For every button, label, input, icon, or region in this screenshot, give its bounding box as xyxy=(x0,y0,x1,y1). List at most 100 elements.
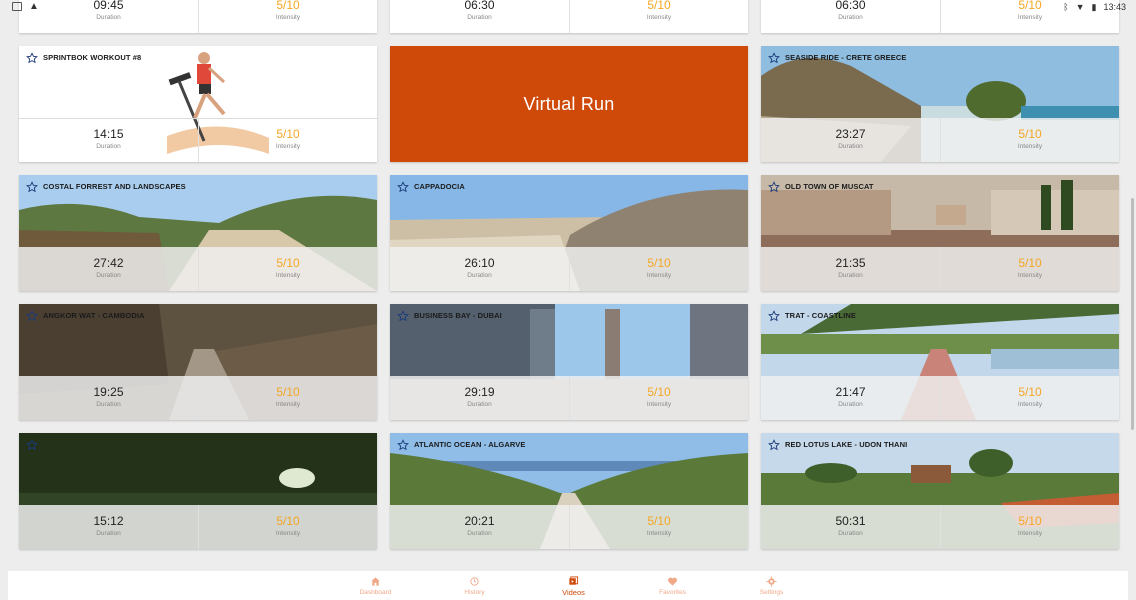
intensity-label: Intensity xyxy=(275,272,301,279)
duration-value: 20:21 xyxy=(464,514,495,528)
intensity-value: 5/10 xyxy=(1018,127,1042,141)
duration-stat: 27:42 Duration xyxy=(19,247,198,291)
virtual-run-card[interactable]: Virtual Run xyxy=(390,46,748,162)
favorite-star-icon[interactable] xyxy=(397,438,409,451)
workout-stats: 14:15 Duration 5/10 Intensity xyxy=(19,118,377,162)
intensity-value: 5/10 xyxy=(647,385,671,399)
intensity-value: 5/10 xyxy=(1018,385,1042,399)
scrollbar[interactable] xyxy=(1131,198,1134,430)
intensity-label: Intensity xyxy=(1017,143,1043,150)
intensity-value: 5/10 xyxy=(647,514,671,528)
intensity-label: Intensity xyxy=(275,143,301,150)
duration-value: 14:15 xyxy=(93,127,124,141)
duration-stat: 23:27 Duration xyxy=(761,118,940,162)
duration-stat: 21:47 Duration xyxy=(761,376,940,420)
nav-item-videos[interactable]: Videos xyxy=(524,571,623,600)
videos-icon xyxy=(524,576,623,587)
virtual-run-label: Virtual Run xyxy=(523,93,615,114)
duration-label: Duration xyxy=(838,14,863,21)
workout-card[interactable]: SPRINTBOK WORKOUT #8 14:15 Duration 5/10 Int… xyxy=(19,46,377,162)
workout-card[interactable]: BUSINESS BAY - DUBAI 29:19 Duration 5/10 Int… xyxy=(390,304,748,420)
workout-stats: 15:12 Duration 5/10 Intensity xyxy=(19,505,377,549)
duration-value: 26:10 xyxy=(464,256,495,270)
workout-card[interactable]: ANGKOR WAT - CAMBODIA 19:25 Duration 5/10 In… xyxy=(19,304,377,420)
duration-label: Duration xyxy=(96,143,121,150)
duration-label: Duration xyxy=(838,272,863,279)
workout-title: BUSINESS BAY - DUBAI xyxy=(414,311,502,320)
nav-label: Dashboard xyxy=(359,589,392,596)
duration-value: 50:31 xyxy=(835,514,866,528)
workout-card[interactable]: RED LOTUS LAKE - UDON THANI 50:31 Duration… xyxy=(761,433,1119,549)
favorite-star-icon[interactable] xyxy=(768,180,780,193)
workout-stats: 20:21 Duration 5/10 Intensity xyxy=(390,505,748,549)
workout-stats: 21:47 Duration 5/10 Intensity xyxy=(761,376,1119,420)
workout-stats: 19:25 Duration 5/10 Intensity xyxy=(19,376,377,420)
workout-title: ATLANTIC OCEAN - ALGARVE xyxy=(414,440,526,449)
intensity-stat: 5/10 Intensity xyxy=(940,505,1119,549)
video-grid: 09:45 Duration 5/10 Intensity 06:30 Duration… xyxy=(19,0,1119,549)
favorite-star-icon[interactable] xyxy=(768,309,780,322)
intensity-value: 5/10 xyxy=(1018,256,1042,270)
nav-label: History xyxy=(464,589,485,596)
duration-stat: 20:21 Duration xyxy=(390,505,569,549)
workout-title: SEASIDE RIDE - CRETE GREECE xyxy=(785,53,907,62)
workout-card[interactable]: ATLANTIC OCEAN - ALGARVE 20:21 Duration 5/1… xyxy=(390,433,748,549)
duration-label: Duration xyxy=(838,401,863,408)
duration-stat: 50:31 Duration xyxy=(761,505,940,549)
intensity-stat: 5/10 Intensity xyxy=(569,505,748,549)
image-notification-icon xyxy=(12,2,22,11)
workout-title: CAPPADOCIA xyxy=(414,182,465,191)
duration-value: 19:25 xyxy=(93,385,124,399)
workout-card[interactable]: 15:12 Duration 5/10 Intensity xyxy=(19,433,377,549)
duration-label: Duration xyxy=(467,14,492,21)
nav-item-dashboard[interactable]: Dashboard xyxy=(326,571,425,600)
favorite-star-icon[interactable] xyxy=(26,438,38,451)
wifi-icon: ▼ xyxy=(1075,2,1085,12)
nav-item-settings[interactable]: Settings xyxy=(722,571,821,600)
duration-stat: 29:19 Duration xyxy=(390,376,569,420)
video-list[interactable]: 09:45 Duration 5/10 Intensity 06:30 Duration… xyxy=(0,0,1136,568)
duration-value: 23:27 xyxy=(835,127,866,141)
favorite-star-icon[interactable] xyxy=(26,180,38,193)
workout-title: ANGKOR WAT - CAMBODIA xyxy=(43,311,145,320)
app-screen: ▲ ᛒ ▼ ▮ 13:43 09:45 Duration 5/10 Intensity… xyxy=(0,0,1136,600)
nav-label: Videos xyxy=(562,588,585,597)
duration-label: Duration xyxy=(838,143,863,150)
intensity-stat: 5/10 Intensity xyxy=(198,376,377,420)
duration-stat: 15:12 Duration xyxy=(19,505,198,549)
duration-value: 27:42 xyxy=(93,256,124,270)
workout-title: COSTAL FORREST AND LANDSCAPES xyxy=(43,182,186,191)
intensity-stat: 5/10 Intensity xyxy=(198,505,377,549)
workout-stats: 21:35 Duration 5/10 Intensity xyxy=(761,247,1119,291)
intensity-label: Intensity xyxy=(646,14,672,21)
favorite-star-icon[interactable] xyxy=(397,180,409,193)
workout-card[interactable]: TRAT - COASTLINE 21:47 Duration 5/10 Intensi… xyxy=(761,304,1119,420)
nav-item-history[interactable]: History xyxy=(425,571,524,600)
favorite-star-icon[interactable] xyxy=(26,51,38,64)
duration-stat: 19:25 Duration xyxy=(19,376,198,420)
gear-icon xyxy=(722,576,821,587)
favorite-star-icon[interactable] xyxy=(26,309,38,322)
intensity-stat: 5/10 Intensity xyxy=(569,247,748,291)
workout-card[interactable]: OLD TOWN OF MUSCAT 21:35 Duration 5/10 Inten… xyxy=(761,175,1119,291)
duration-stat: 21:35 Duration xyxy=(761,247,940,291)
workout-card[interactable]: CAPPADOCIA 26:10 Duration 5/10 Intensity xyxy=(390,175,748,291)
intensity-stat: 5/10 Intensity xyxy=(940,118,1119,162)
intensity-value: 5/10 xyxy=(276,385,300,399)
duration-label: Duration xyxy=(96,14,121,21)
favorite-star-icon[interactable] xyxy=(768,51,780,64)
intensity-label: Intensity xyxy=(275,401,301,408)
workout-card[interactable]: COSTAL FORREST AND LANDSCAPES 27:42 Durati… xyxy=(19,175,377,291)
intensity-label: Intensity xyxy=(275,530,301,537)
home-icon xyxy=(326,576,425,587)
workout-title: TRAT - COASTLINE xyxy=(785,311,857,320)
nav-item-favorites[interactable]: Favorites xyxy=(623,571,722,600)
intensity-value: 5/10 xyxy=(647,256,671,270)
favorite-star-icon[interactable] xyxy=(397,309,409,322)
intensity-label: Intensity xyxy=(275,14,301,21)
favorite-star-icon[interactable] xyxy=(768,438,780,451)
bottom-navigation: Dashboard History Videos Favorites Settings xyxy=(8,571,1128,600)
intensity-value: 5/10 xyxy=(1018,514,1042,528)
workout-card[interactable]: SEASIDE RIDE - CRETE GREECE 23:27 Duration… xyxy=(761,46,1119,162)
nav-label: Settings xyxy=(759,589,784,596)
